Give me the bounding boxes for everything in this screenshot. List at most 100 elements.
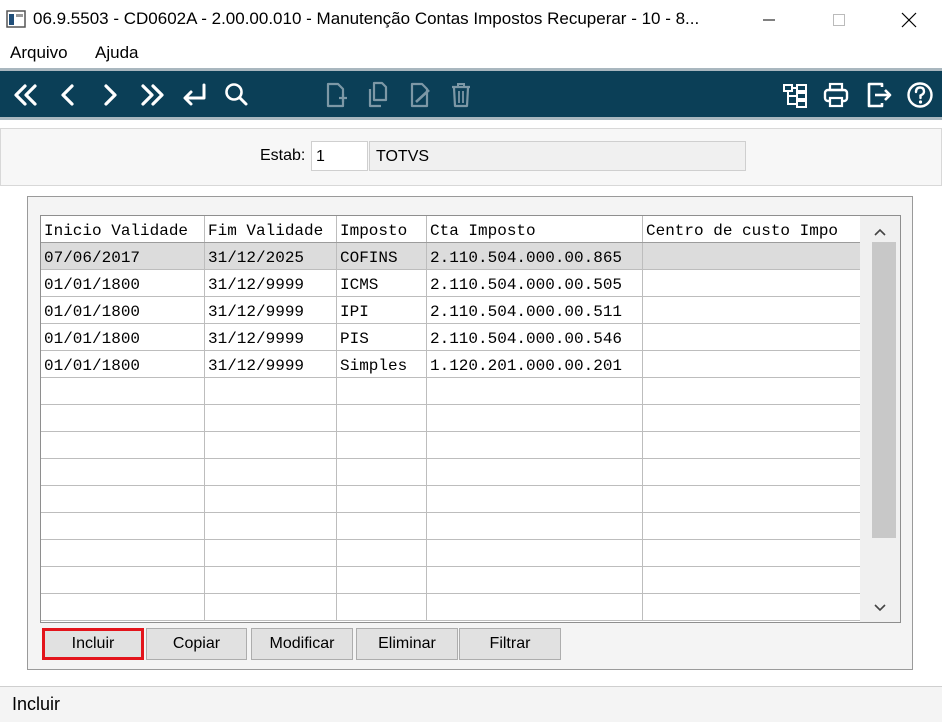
estab-label: Estab:	[260, 147, 306, 164]
empty-row	[41, 486, 861, 513]
modificar-button[interactable]: Modificar	[251, 628, 353, 660]
previous-button[interactable]	[50, 77, 86, 113]
empty-row	[41, 459, 861, 486]
column-header[interactable]: Imposto	[337, 216, 427, 242]
cell-cta-imposto: 2.110.504.000.00.505	[427, 270, 643, 296]
scroll-thumb[interactable]	[872, 242, 896, 538]
print-icon	[823, 82, 849, 108]
window-title: 06.9.5503 - CD0602A - 2.00.00.010 - Manu…	[33, 9, 700, 28]
copy-record-button[interactable]	[360, 77, 396, 113]
accounts-grid[interactable]: Inicio Validade Fim Validade Imposto Cta…	[40, 215, 901, 623]
cell-inicio-validade: 01/01/1800	[41, 351, 205, 377]
last-button[interactable]	[134, 77, 170, 113]
search-icon	[225, 83, 248, 106]
table-row[interactable]: 07/06/2017 31/12/2025 COFINS 2.110.504.0…	[41, 243, 861, 270]
chevron-down-icon	[874, 604, 886, 612]
empty-row	[41, 405, 861, 432]
cell-centro-custo	[643, 297, 861, 323]
previous-icon	[61, 84, 74, 106]
exit-button[interactable]	[861, 77, 897, 113]
cell-inicio-validade: 01/01/1800	[41, 270, 205, 296]
cell-cta-imposto: 2.110.504.000.00.546	[427, 324, 643, 350]
table-row[interactable]: 01/01/1800 31/12/9999 PIS 2.110.504.000.…	[41, 324, 861, 351]
menu-bar: Arquivo Ajuda	[0, 40, 942, 68]
minimize-icon	[763, 19, 775, 21]
browse-frame: Inicio Validade Fim Validade Imposto Cta…	[27, 196, 913, 670]
goto-button[interactable]	[176, 77, 212, 113]
goto-icon	[183, 83, 206, 106]
empty-row	[41, 378, 861, 405]
close-button[interactable]	[886, 0, 932, 40]
cell-cta-imposto: 2.110.504.000.00.511	[427, 297, 643, 323]
cell-centro-custo	[643, 324, 861, 350]
table-row[interactable]: 01/01/1800 31/12/9999 ICMS 2.110.504.000…	[41, 270, 861, 297]
empty-row	[41, 567, 861, 594]
table-row[interactable]: 01/01/1800 31/12/9999 IPI 2.110.504.000.…	[41, 297, 861, 324]
help-icon	[907, 82, 933, 108]
empty-row	[41, 513, 861, 540]
scroll-up-button[interactable]	[870, 222, 890, 242]
delete-record-button[interactable]	[443, 77, 479, 113]
last-icon	[141, 84, 164, 106]
main-area: Inicio Validade Fim Validade Imposto Cta…	[0, 186, 942, 684]
edit-record-button[interactable]	[402, 77, 438, 113]
eliminar-button[interactable]: Eliminar	[356, 628, 458, 660]
table-row[interactable]: 01/01/1800 31/12/9999 Simples 1.120.201.…	[41, 351, 861, 378]
delete-icon	[452, 83, 470, 108]
first-icon	[14, 84, 37, 106]
tree-icon	[783, 84, 807, 108]
column-header[interactable]: Cta Imposto	[427, 216, 643, 242]
cell-fim-validade: 31/12/9999	[205, 351, 337, 377]
close-icon	[901, 12, 917, 28]
filtrar-button[interactable]: Filtrar	[459, 628, 561, 660]
help-button[interactable]	[902, 77, 938, 113]
cell-fim-validade: 31/12/9999	[205, 297, 337, 323]
cell-imposto: COFINS	[337, 243, 427, 269]
menu-ajuda[interactable]: Ajuda	[95, 43, 138, 63]
scroll-down-button[interactable]	[870, 598, 890, 618]
empty-row	[41, 594, 861, 621]
maximize-icon	[833, 14, 845, 26]
exit-icon	[867, 82, 892, 108]
minimize-button[interactable]	[746, 0, 792, 40]
incluir-button[interactable]: Incluir	[42, 628, 144, 660]
status-bar: Incluir	[0, 686, 942, 722]
copiar-button[interactable]: Copiar	[146, 628, 247, 660]
cell-centro-custo	[643, 243, 861, 269]
cell-inicio-validade: 01/01/1800	[41, 324, 205, 350]
cell-cta-imposto: 2.110.504.000.00.865	[427, 243, 643, 269]
empty-row	[41, 432, 861, 459]
first-button[interactable]	[8, 77, 44, 113]
search-button[interactable]	[218, 77, 254, 113]
app-window-icon	[6, 10, 26, 28]
menu-arquivo[interactable]: Arquivo	[10, 43, 68, 63]
estab-name-field: TOTVS	[369, 141, 746, 171]
cell-fim-validade: 31/12/9999	[205, 270, 337, 296]
new-record-button[interactable]	[318, 77, 354, 113]
title-bar: 06.9.5503 - CD0602A - 2.00.00.010 - Manu…	[0, 0, 942, 40]
vertical-scrollbar[interactable]	[860, 216, 900, 622]
cell-centro-custo	[643, 351, 861, 377]
tree-button[interactable]	[777, 77, 813, 113]
cell-imposto: Simples	[337, 351, 427, 377]
copy-document-icon	[368, 81, 388, 108]
cell-cta-imposto: 1.120.201.000.00.201	[427, 351, 643, 377]
cell-inicio-validade: 01/01/1800	[41, 297, 205, 323]
next-button[interactable]	[92, 77, 128, 113]
maximize-button[interactable]	[816, 0, 862, 40]
print-button[interactable]	[818, 77, 854, 113]
cell-imposto: ICMS	[337, 270, 427, 296]
cell-fim-validade: 31/12/9999	[205, 324, 337, 350]
edit-document-icon	[410, 82, 430, 108]
grid-header: Inicio Validade Fim Validade Imposto Cta…	[41, 216, 861, 243]
toolbar	[0, 68, 942, 120]
column-header[interactable]: Fim Validade	[205, 216, 337, 242]
chevron-up-icon	[874, 228, 886, 236]
cell-imposto: IPI	[337, 297, 427, 323]
estab-code-field[interactable]: 1	[311, 141, 368, 171]
column-header[interactable]: Inicio Validade	[41, 216, 205, 242]
column-header[interactable]: Centro de custo Impo	[643, 216, 861, 242]
new-document-icon	[326, 82, 347, 108]
status-text: Incluir	[12, 694, 61, 714]
cell-inicio-validade: 07/06/2017	[41, 243, 205, 269]
